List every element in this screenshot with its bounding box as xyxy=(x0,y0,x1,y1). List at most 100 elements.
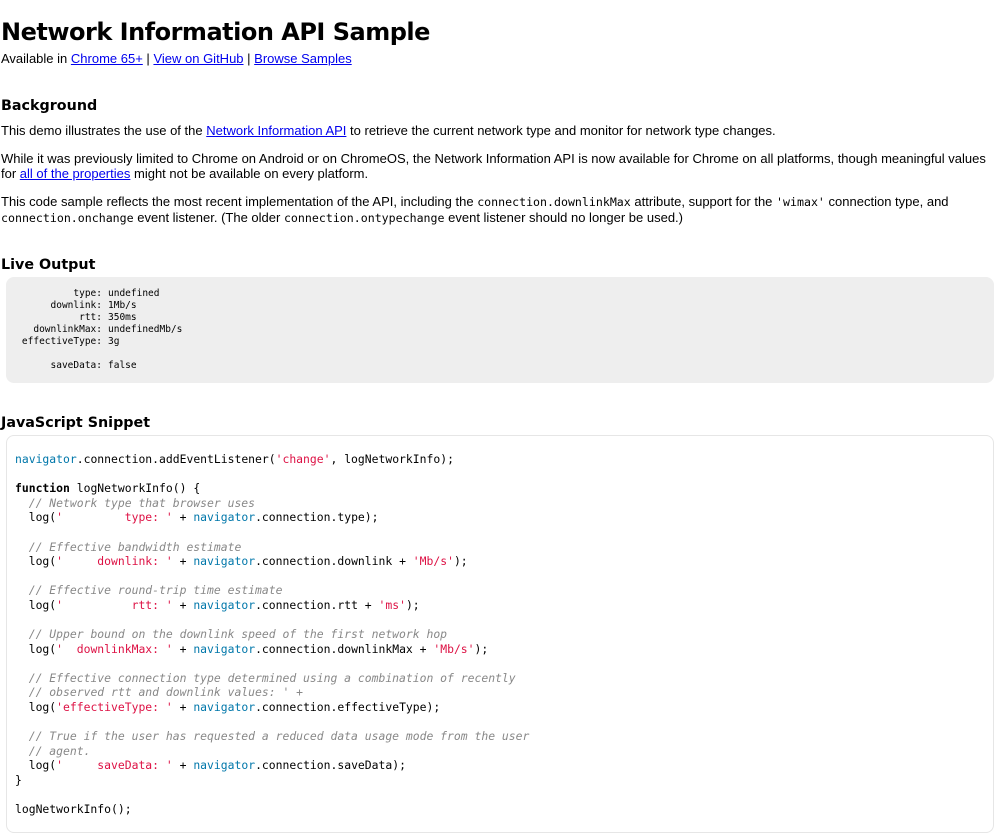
code-token: log( xyxy=(28,758,57,773)
network-information-api-link[interactable]: Network Information API xyxy=(206,123,346,138)
text: to retrieve the current network type and… xyxy=(350,122,776,138)
code-comment: // Network type that browser uses xyxy=(28,495,256,510)
separator: | xyxy=(146,51,150,66)
code-token: .connection.downlink xyxy=(255,554,393,569)
output-value: 1Mb/s xyxy=(108,299,137,311)
output-row-savedata: saveData: false xyxy=(12,360,988,372)
all-properties-link[interactable]: all of the properties xyxy=(20,166,131,181)
code-token: navigator xyxy=(193,597,256,612)
chrome-version-link[interactable]: Chrome 65+ xyxy=(71,51,143,66)
code-comment: // agent. xyxy=(28,743,91,758)
code-token: ' saveData: ' xyxy=(56,758,173,773)
output-key: downlinkMax: xyxy=(33,323,102,335)
code-comment: // observed rtt and downlink values: ' + xyxy=(28,685,304,700)
output-value: 3g xyxy=(108,335,120,347)
code-token: + xyxy=(172,641,194,656)
code-token: + xyxy=(412,641,434,656)
browse-samples-link[interactable]: Browse Samples xyxy=(254,51,352,66)
background-paragraph-3: This code sample reflects the most recen… xyxy=(1,194,1000,226)
code-token: , logNetworkInfo); xyxy=(330,451,454,466)
output-row-effectivetype: effectiveType: 3g xyxy=(12,336,988,348)
code-token: .connection.type xyxy=(255,510,365,525)
code-token: function xyxy=(15,481,70,496)
code-comment: // Effective connection type determined … xyxy=(28,670,516,685)
inline-code: connection.ontypechange xyxy=(283,210,445,225)
code-token: navigator xyxy=(15,451,77,466)
code-token: } xyxy=(15,773,22,787)
background-heading: Background xyxy=(1,97,98,114)
output-key: type: xyxy=(73,287,102,299)
page-title: Network Information API Sample xyxy=(1,18,430,46)
code-token: navigator xyxy=(193,554,256,569)
code-token: + xyxy=(392,554,413,569)
code-comment: // True if the user has requested a redu… xyxy=(28,729,530,744)
code-comment: // Upper bound on the downlink speed of … xyxy=(28,627,448,642)
output-row-downlink: downlink: 1Mb/s xyxy=(12,300,988,312)
text: attribute, support for the xyxy=(634,193,773,209)
output-key: downlink: xyxy=(50,299,102,311)
availability-line: Available in Chrome 65+ | View on GitHub… xyxy=(1,51,1000,67)
code-token: .connection.addEventListener( xyxy=(76,451,276,466)
output-value: undefined xyxy=(108,287,160,299)
output-key: saveData: xyxy=(50,359,102,371)
code-token: .connection.effectiveType xyxy=(255,700,427,715)
code-token: 'Mb/s' xyxy=(433,641,475,656)
code-token: navigator xyxy=(193,758,256,773)
code-token: log( xyxy=(28,641,57,656)
inline-code: connection.onchange xyxy=(1,210,134,225)
output-row-type: type: undefined xyxy=(12,288,988,300)
code-token: + xyxy=(172,758,194,773)
code-token: 'Mb/s' xyxy=(412,554,454,569)
code-token: log( xyxy=(28,510,57,525)
output-row-rtt: rtt: 350ms xyxy=(12,312,988,324)
code-token: ' type: ' xyxy=(56,510,173,525)
code-token: navigator xyxy=(193,700,256,715)
background-paragraph-2: While it was previously limited to Chrom… xyxy=(1,151,1000,181)
code-token: navigator xyxy=(193,641,256,656)
separator: | xyxy=(247,51,251,66)
text: connection type, and xyxy=(828,193,949,209)
code-token: log( xyxy=(28,554,57,569)
inline-code: connection.downlinkMax xyxy=(477,194,631,209)
text: event listener. (The older xyxy=(137,209,281,225)
code-token: ' downlink: ' xyxy=(56,554,173,569)
code-token: logNetworkInfo(); xyxy=(15,802,132,817)
code-token: navigator xyxy=(193,510,256,525)
code-token: 'effectiveType: ' xyxy=(56,700,173,715)
code-token: log( xyxy=(28,597,57,612)
code-token: + xyxy=(172,510,194,525)
function-body: // Network type that browser uses log(' … xyxy=(28,495,530,773)
output-value: false xyxy=(108,359,137,371)
output-gap xyxy=(12,348,988,360)
code-token: ' downlinkMax: ' xyxy=(56,641,173,656)
code-comment: // Effective round-trip time estimate xyxy=(28,583,283,598)
text: This demo illustrates the use of the xyxy=(1,122,203,138)
inline-code: 'wimax' xyxy=(776,194,825,209)
output-value: undefinedMb/s xyxy=(108,323,183,335)
code-block: navigator.connection.addEventListener('c… xyxy=(15,452,993,817)
code-token: + xyxy=(357,597,379,612)
code-token: + xyxy=(172,554,194,569)
code-token: logNetworkInfo() { xyxy=(69,481,201,496)
code-token: + xyxy=(172,597,194,612)
github-link[interactable]: View on GitHub xyxy=(153,51,243,66)
text: This code sample reflects the most recen… xyxy=(1,193,474,209)
output-key: rtt: xyxy=(79,311,102,323)
available-prefix: Available in xyxy=(1,51,68,66)
output-row-downlinkmax: downlinkMax: undefinedMb/s xyxy=(12,324,988,336)
text: event listener should no longer be used.… xyxy=(448,209,684,225)
live-output-panel: type: undefined downlink: 1Mb/s rtt: 350ms dow… xyxy=(6,276,994,383)
code-token: 'ms' xyxy=(378,597,406,612)
output-key: effectiveType: xyxy=(21,335,102,347)
live-output-heading: Live Output xyxy=(1,256,96,273)
background-paragraph-1: This demo illustrates the use of the Net… xyxy=(1,123,1000,138)
code-snippet-panel: navigator.connection.addEventListener('c… xyxy=(6,434,994,833)
text: might not be available on every platform… xyxy=(134,165,369,181)
code-token: ' rtt: ' xyxy=(56,597,173,612)
code-token: log( xyxy=(28,700,57,715)
code-token: .connection.rtt xyxy=(255,597,358,612)
output-value: 350ms xyxy=(108,311,137,323)
code-token: + xyxy=(172,700,194,715)
code-comment: // Effective bandwidth estimate xyxy=(28,539,242,554)
code-token: .connection.downlinkMax xyxy=(255,641,413,656)
